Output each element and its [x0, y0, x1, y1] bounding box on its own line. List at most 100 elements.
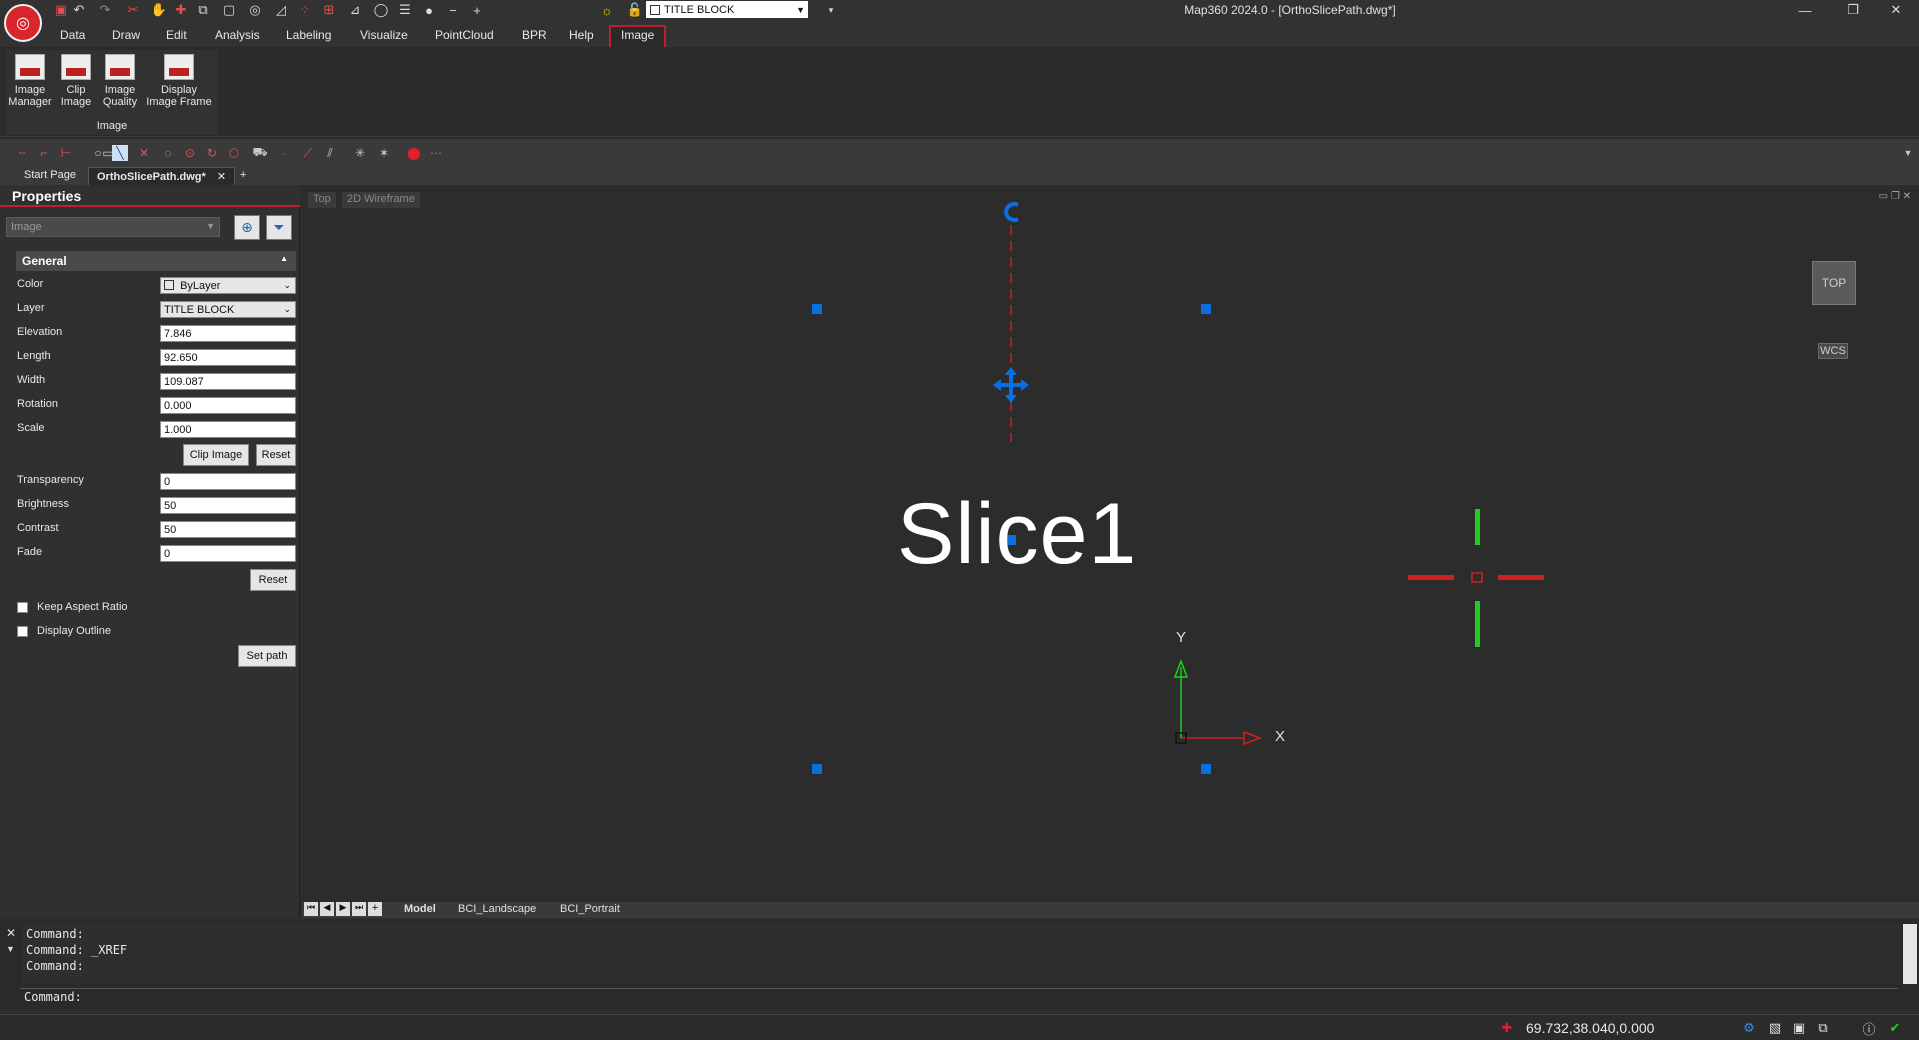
- move-icon[interactable]: ✚: [172, 1, 190, 19]
- layer-on-icon[interactable]: ☼: [598, 1, 616, 19]
- reset-adjust-button[interactable]: Reset: [250, 569, 296, 591]
- layout-tab-bci-portrait[interactable]: BCI_Portrait: [560, 903, 620, 915]
- arc-icon[interactable]: ◌: [160, 145, 176, 161]
- contrast-field[interactable]: 50: [160, 521, 296, 538]
- display-image-frame-button[interactable]: Display Image Frame: [144, 54, 214, 108]
- layout-tab-bci-landscape[interactable]: BCI_Landscape: [458, 903, 536, 915]
- restore-button[interactable]: ❐: [1830, 0, 1876, 20]
- clip-image-button[interactable]: Clip Image: [58, 54, 94, 108]
- check-icon[interactable]: ✔: [1886, 1019, 1904, 1037]
- color-dropdown[interactable]: ByLayer ⌄: [160, 277, 296, 294]
- tab-orthoslicepath[interactable]: OrthoSlicePath.dwg* ✕: [88, 167, 236, 185]
- clip-image-button[interactable]: Clip Image: [183, 444, 249, 466]
- pin-icon[interactable]: ⬤: [406, 145, 422, 161]
- undo-icon[interactable]: ↶: [70, 1, 88, 19]
- rotation-field[interactable]: 0.000: [160, 397, 296, 414]
- brightness-field[interactable]: 50: [160, 497, 296, 514]
- width-field[interactable]: 109.087: [160, 373, 296, 390]
- menu-help[interactable]: Help: [569, 28, 594, 42]
- command-options-icon[interactable]: ▼: [6, 944, 15, 954]
- slice-label-text[interactable]: Slice1: [897, 485, 1137, 584]
- zoom-in-icon[interactable]: +: [468, 1, 486, 19]
- point-icon[interactable]: ·: [276, 145, 292, 161]
- length-field[interactable]: 92.650: [160, 349, 296, 366]
- points-icon[interactable]: ⁘: [296, 1, 314, 19]
- menu-draw[interactable]: Draw: [112, 28, 140, 42]
- info-icon[interactable]: ⓘ: [1860, 1019, 1878, 1037]
- line-icon[interactable]: ╌: [14, 145, 30, 161]
- measure-icon[interactable]: ⋯: [428, 145, 444, 161]
- image-grip-bottom-left[interactable]: [812, 764, 822, 774]
- menu-lines-icon[interactable]: ☰: [396, 1, 414, 19]
- explode-icon[interactable]: ✳: [352, 145, 368, 161]
- image-grip-top-right[interactable]: [1201, 304, 1211, 314]
- entity-type-dropdown[interactable]: Image ▼: [6, 217, 220, 237]
- image-manager-button[interactable]: Image Manager: [8, 54, 52, 108]
- select-line-icon[interactable]: ╲: [112, 145, 128, 161]
- image-grip-top-left[interactable]: [812, 304, 822, 314]
- last-layout-icon[interactable]: ⏭: [352, 902, 366, 916]
- box-icon[interactable]: ▢: [220, 1, 238, 19]
- transparency-field[interactable]: 0: [160, 473, 296, 490]
- menu-edit[interactable]: Edit: [166, 28, 187, 42]
- prev-layout-icon[interactable]: ◀: [320, 902, 334, 916]
- coordinates-readout[interactable]: 69.732,38.040,0.000: [1526, 1020, 1654, 1036]
- menu-analysis[interactable]: Analysis: [215, 28, 260, 42]
- zoom-out-icon[interactable]: −: [444, 1, 462, 19]
- menu-bpr[interactable]: BPR: [522, 28, 547, 42]
- elevation-field[interactable]: 7.846: [160, 325, 296, 342]
- windows-icon[interactable]: ⧉: [1814, 1019, 1832, 1037]
- add-layout-icon[interactable]: +: [368, 902, 382, 916]
- redo-icon[interactable]: ↷: [96, 1, 114, 19]
- display-outline-checkbox[interactable]: [17, 626, 28, 637]
- extents-icon[interactable]: ⊿: [346, 1, 364, 19]
- tab-start-page[interactable]: Start Page: [16, 167, 84, 185]
- fade-field[interactable]: 0: [160, 545, 296, 562]
- quick-select-button[interactable]: ⊕: [234, 215, 260, 240]
- settings-icon[interactable]: ⚙: [1740, 1019, 1758, 1037]
- hatch-icon[interactable]: ⫽: [322, 145, 338, 161]
- menu-data[interactable]: Data: [60, 28, 85, 42]
- next-layout-icon[interactable]: ▶: [336, 902, 350, 916]
- scale-icon[interactable]: ✶: [376, 145, 392, 161]
- orbit-icon[interactable]: ◎: [246, 1, 264, 19]
- reset-clip-button[interactable]: Reset: [256, 444, 296, 466]
- truck-icon[interactable]: ⛟: [252, 145, 268, 161]
- set-path-button[interactable]: Set path: [238, 645, 296, 667]
- section-icon[interactable]: ◿: [272, 1, 290, 19]
- close-tab-icon[interactable]: ✕: [217, 171, 226, 183]
- overflow-icon[interactable]: ▾: [822, 1, 840, 19]
- trim-icon[interactable]: ✕: [136, 145, 152, 161]
- minimize-button[interactable]: —: [1782, 0, 1828, 20]
- close-button[interactable]: ✕: [1873, 0, 1919, 20]
- menu-visualize[interactable]: Visualize: [360, 28, 408, 42]
- drawing-canvas[interactable]: Top 2D Wireframe ▭ ❐ ✕ TOP WCS Slice1 Y …: [302, 187, 1919, 902]
- filter-button[interactable]: ⏷: [266, 215, 292, 240]
- save-icon[interactable]: ▣: [52, 1, 70, 19]
- rotate-icon[interactable]: ↻: [204, 145, 220, 161]
- menu-labeling[interactable]: Labeling: [286, 28, 331, 42]
- snap-icon[interactable]: ⊞: [320, 1, 338, 19]
- command-input[interactable]: Command:: [20, 988, 1898, 1006]
- menu-pointcloud[interactable]: PointCloud: [435, 28, 494, 42]
- pan-icon[interactable]: ✋: [150, 1, 168, 19]
- offset-icon[interactable]: ⊙: [182, 145, 198, 161]
- first-layout-icon[interactable]: ⏮: [304, 902, 318, 916]
- extend-icon[interactable]: ⟋: [300, 145, 316, 161]
- dimension-icon[interactable]: ⊢: [58, 145, 74, 161]
- polyline-icon[interactable]: ⌐: [36, 145, 52, 161]
- image-quality-button[interactable]: Image Quality: [100, 54, 140, 108]
- app-logo[interactable]: ◎: [4, 4, 42, 42]
- layer-lock-icon[interactable]: 🔓: [626, 1, 644, 19]
- refresh-icon[interactable]: ◯: [372, 1, 390, 19]
- regen-icon[interactable]: ✂: [124, 1, 142, 19]
- keep-aspect-checkbox[interactable]: [17, 602, 28, 613]
- layout-tab-model[interactable]: Model: [404, 903, 436, 915]
- monitor-icon[interactable]: ▣: [1790, 1019, 1808, 1037]
- command-scrollbar[interactable]: [1903, 924, 1917, 984]
- polygon-icon[interactable]: ⬡: [226, 145, 242, 161]
- menu-image[interactable]: Image: [621, 28, 654, 42]
- new-tab-button[interactable]: +: [232, 167, 254, 185]
- sphere-icon[interactable]: ●: [420, 1, 438, 19]
- general-section-header[interactable]: General ▲: [16, 251, 296, 271]
